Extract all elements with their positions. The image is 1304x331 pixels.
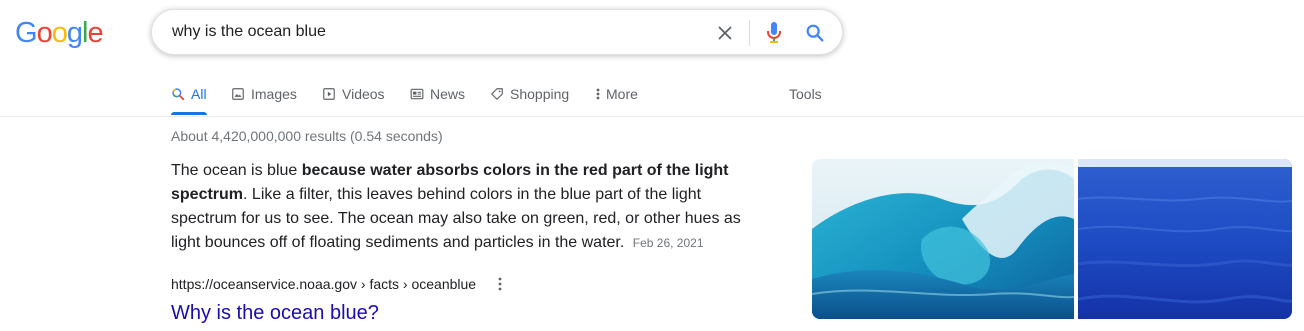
result-source: https://oceanservice.noaa.gov › facts › … (171, 276, 502, 292)
microphone-icon[interactable] (765, 21, 783, 45)
image-icon (232, 88, 244, 100)
result-stats: About 4,420,000,000 results (0.54 second… (171, 128, 443, 144)
tab-all[interactable]: All (171, 85, 207, 103)
tab-news[interactable]: News (410, 85, 465, 103)
close-icon[interactable] (714, 22, 736, 44)
wave-picture (812, 159, 1074, 319)
snippet-text: The ocean is blue (171, 162, 302, 179)
featured-snippet: The ocean is blue because water absorbs … (171, 159, 761, 255)
logo-letter: e (87, 17, 103, 49)
ocean-picture (1078, 159, 1292, 319)
search-box (151, 9, 843, 55)
newspaper-icon (410, 88, 424, 100)
tab-label: Images (251, 86, 297, 102)
snippet-images (812, 159, 1292, 319)
tab-label: All (191, 86, 207, 102)
header-divider (0, 116, 1304, 117)
tools-button[interactable]: Tools (789, 85, 822, 103)
tab-label: More (606, 86, 638, 102)
search-tabs: All Images Videos News Shopping More Too… (171, 85, 871, 116)
result-title-link[interactable]: Why is the ocean blue? (171, 302, 379, 325)
logo-letter: g (66, 17, 83, 49)
logo-letter: G (15, 17, 38, 49)
more-vert-icon (596, 88, 600, 100)
tools-label: Tools (789, 86, 822, 102)
snippet-date: Feb 26, 2021 (632, 236, 704, 250)
search-icon[interactable] (804, 22, 826, 44)
search-input[interactable] (172, 23, 692, 41)
logo-letter: o (51, 17, 68, 49)
ocean-image[interactable] (1078, 159, 1292, 319)
more-vert-icon[interactable] (498, 277, 502, 291)
tab-label: Videos (342, 86, 385, 102)
tab-videos[interactable]: Videos (322, 85, 385, 103)
tab-label: News (430, 86, 466, 102)
search-icon (172, 88, 185, 101)
tab-images[interactable]: Images (231, 85, 297, 103)
google-logo[interactable]: Google (15, 16, 104, 50)
result-breadcrumb[interactable]: https://oceanservice.noaa.gov › facts › … (171, 276, 476, 292)
tab-shopping[interactable]: Shopping (490, 85, 569, 103)
wave-image[interactable] (812, 159, 1074, 319)
logo-letter: o (36, 17, 53, 49)
tab-label: Shopping (510, 86, 570, 102)
search-divider (749, 20, 750, 46)
active-tab-indicator (171, 112, 207, 115)
play-icon (323, 88, 335, 100)
tab-more[interactable]: More (596, 85, 638, 103)
tag-icon (491, 88, 503, 100)
